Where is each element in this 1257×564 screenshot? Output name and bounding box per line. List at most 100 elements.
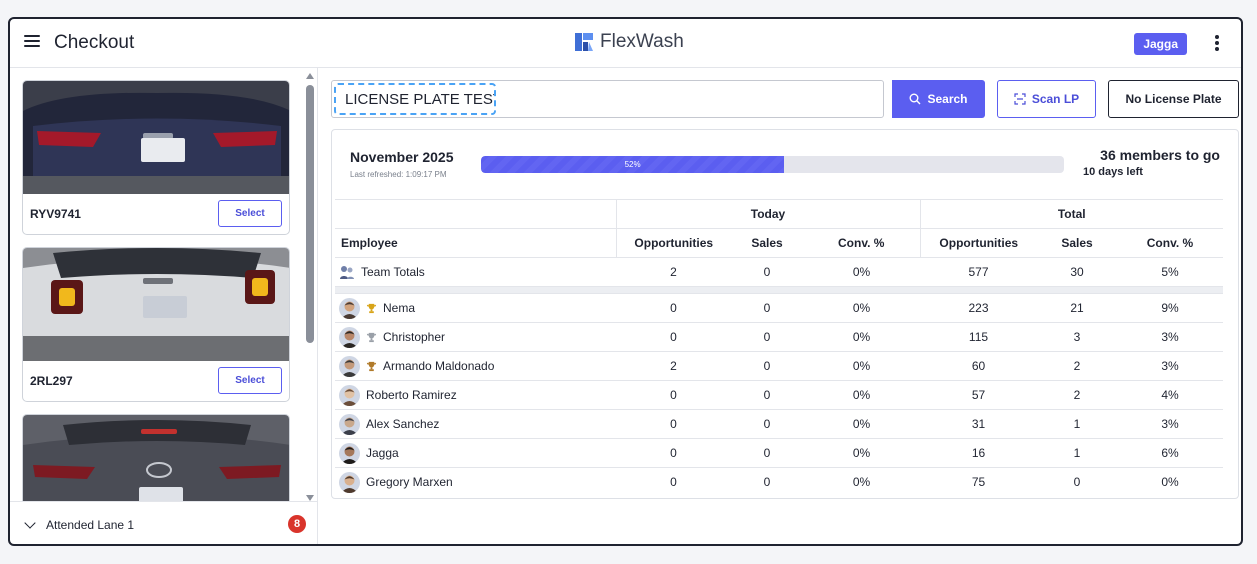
team-icon — [340, 266, 354, 279]
col-total-conv[interactable]: Conv. % — [1117, 228, 1223, 258]
today-opportunities: 0 — [616, 293, 731, 323]
today-opportunities: 0 — [616, 438, 731, 468]
avatar — [339, 297, 360, 319]
license-plate-input[interactable] — [334, 83, 496, 115]
total-opportunities: 57 — [920, 380, 1037, 410]
today-sales: 0 — [731, 380, 803, 410]
chevron-down-icon — [24, 517, 36, 529]
lane-label: Attended Lane 1 — [46, 518, 135, 532]
table-row: Armando Maldonado 2 0 0% 60 2 3% — [335, 351, 1223, 381]
today-opportunities: 2 — [616, 351, 731, 381]
total-sales: 30 — [1037, 257, 1117, 287]
employee-name: Armando Maldonado — [383, 359, 495, 373]
scroll-up-icon[interactable] — [306, 73, 314, 79]
trophy-icon — [366, 332, 377, 342]
goal-progress-fill: 52% — [481, 156, 785, 173]
employee-name: Christopher — [383, 330, 446, 344]
app-window: Checkout FlexWash Jagga RYV9741 Select 2… — [8, 17, 1243, 546]
col-total-sales[interactable]: Sales — [1037, 228, 1117, 258]
goal-progress-bar: 52% — [481, 156, 1064, 173]
vehicle-list-scrollbar[interactable] — [305, 73, 315, 501]
top-bar: Checkout FlexWash Jagga — [10, 19, 1241, 68]
flexwash-logo-icon — [575, 33, 593, 51]
vehicle-card[interactable]: 2RL297 Select — [22, 247, 290, 402]
license-plate-search-box[interactable] — [331, 80, 884, 118]
group-today: Today — [615, 199, 920, 229]
scroll-thumb[interactable] — [306, 85, 314, 343]
scan-lp-button[interactable]: Scan LP — [997, 80, 1096, 118]
total-sales: 2 — [1037, 380, 1117, 410]
employee-name: Nema — [383, 301, 416, 315]
total-conversion: 0% — [1117, 467, 1223, 497]
trophy-icon — [366, 361, 377, 371]
vehicle-photo — [23, 248, 289, 361]
table-row: Roberto Ramirez 0 0 0% 57 2 4% — [335, 380, 1223, 410]
user-badge[interactable]: Jagga — [1134, 33, 1187, 55]
today-opportunities: 0 — [616, 380, 731, 410]
total-opportunities: 577 — [920, 257, 1037, 287]
total-conversion: 3% — [1117, 351, 1223, 381]
table-row: Alex Sanchez 0 0 0% 31 1 3% — [335, 409, 1223, 439]
menu-icon[interactable] — [24, 35, 40, 49]
last-refreshed: Last refreshed: 1:09:17 PM — [350, 170, 447, 179]
search-button[interactable]: Search — [892, 80, 985, 118]
vehicle-plate-row: RYV9741 Select — [23, 193, 289, 234]
total-sales: 2 — [1037, 351, 1117, 381]
vehicle-card[interactable]: RYV9741 Select — [22, 80, 290, 235]
today-sales: 0 — [731, 351, 803, 381]
members-remaining: 36 members to go — [1100, 147, 1220, 163]
more-vertical-icon[interactable] — [1215, 35, 1219, 51]
avatar — [339, 355, 360, 377]
vehicle-sidebar: RYV9741 Select 2RL297 Select Attended La… — [10, 68, 318, 544]
employee-name: Roberto Ramirez — [366, 388, 457, 402]
today-opportunities: 2 — [616, 257, 731, 287]
table-row: Gregory Marxen 0 0 0% 75 0 0% — [335, 467, 1223, 497]
plate-number: 2RL297 — [30, 373, 73, 388]
select-vehicle-button[interactable]: Select — [218, 200, 282, 227]
today-conversion: 0% — [803, 293, 920, 323]
col-employee[interactable]: Employee — [335, 228, 616, 258]
total-sales: 3 — [1037, 322, 1117, 352]
avatar — [339, 471, 360, 493]
avatar — [339, 413, 360, 435]
today-sales: 0 — [731, 409, 803, 439]
today-sales: 0 — [731, 467, 803, 497]
today-conversion: 0% — [803, 257, 920, 287]
vehicle-photo — [23, 81, 289, 194]
team-totals-row: Team Totals 2 0 0% 577 30 5% — [335, 257, 1223, 287]
table-column-header: Employee Opportunities Sales Conv. % Opp… — [335, 228, 1223, 258]
total-conversion: 5% — [1117, 257, 1223, 287]
today-opportunities: 0 — [616, 467, 731, 497]
trophy-icon — [366, 303, 377, 313]
today-conversion: 0% — [803, 438, 920, 468]
total-opportunities: 75 — [920, 467, 1037, 497]
main-content: Search Scan LP No License Plate November… — [319, 68, 1241, 544]
col-today-sales[interactable]: Sales — [731, 228, 803, 258]
select-vehicle-button[interactable]: Select — [218, 367, 282, 394]
table-group-header: Today Total — [335, 199, 1223, 229]
vehicle-card[interactable] — [22, 414, 290, 501]
total-sales: 21 — [1037, 293, 1117, 323]
table-row: Nema 0 0 0% 223 21 9% — [335, 293, 1223, 323]
col-today-opportunities[interactable]: Opportunities — [615, 228, 731, 258]
lane-selector[interactable]: Attended Lane 1 8 — [10, 501, 318, 544]
employee-name: Jagga — [366, 446, 399, 460]
brand-name: FlexWash — [600, 31, 684, 52]
total-sales: 0 — [1037, 467, 1117, 497]
avatar — [339, 442, 360, 464]
today-conversion: 0% — [803, 380, 920, 410]
employee-stats-table: Today Total Employee Opportunities Sales… — [335, 199, 1223, 497]
brand-logo: FlexWash — [574, 31, 684, 53]
today-sales: 0 — [731, 438, 803, 468]
scan-lp-label: Scan LP — [1031, 92, 1080, 106]
col-today-conv[interactable]: Conv. % — [803, 228, 920, 258]
today-sales: 0 — [731, 322, 803, 352]
total-sales: 1 — [1037, 438, 1117, 468]
col-total-opportunities[interactable]: Opportunities — [919, 228, 1037, 258]
today-sales: 0 — [731, 293, 803, 323]
total-conversion: 3% — [1117, 409, 1223, 439]
vehicle-list[interactable]: RYV9741 Select 2RL297 Select — [10, 68, 318, 501]
total-opportunities: 16 — [920, 438, 1037, 468]
no-license-plate-button[interactable]: No License Plate — [1108, 80, 1239, 118]
today-conversion: 0% — [803, 322, 920, 352]
